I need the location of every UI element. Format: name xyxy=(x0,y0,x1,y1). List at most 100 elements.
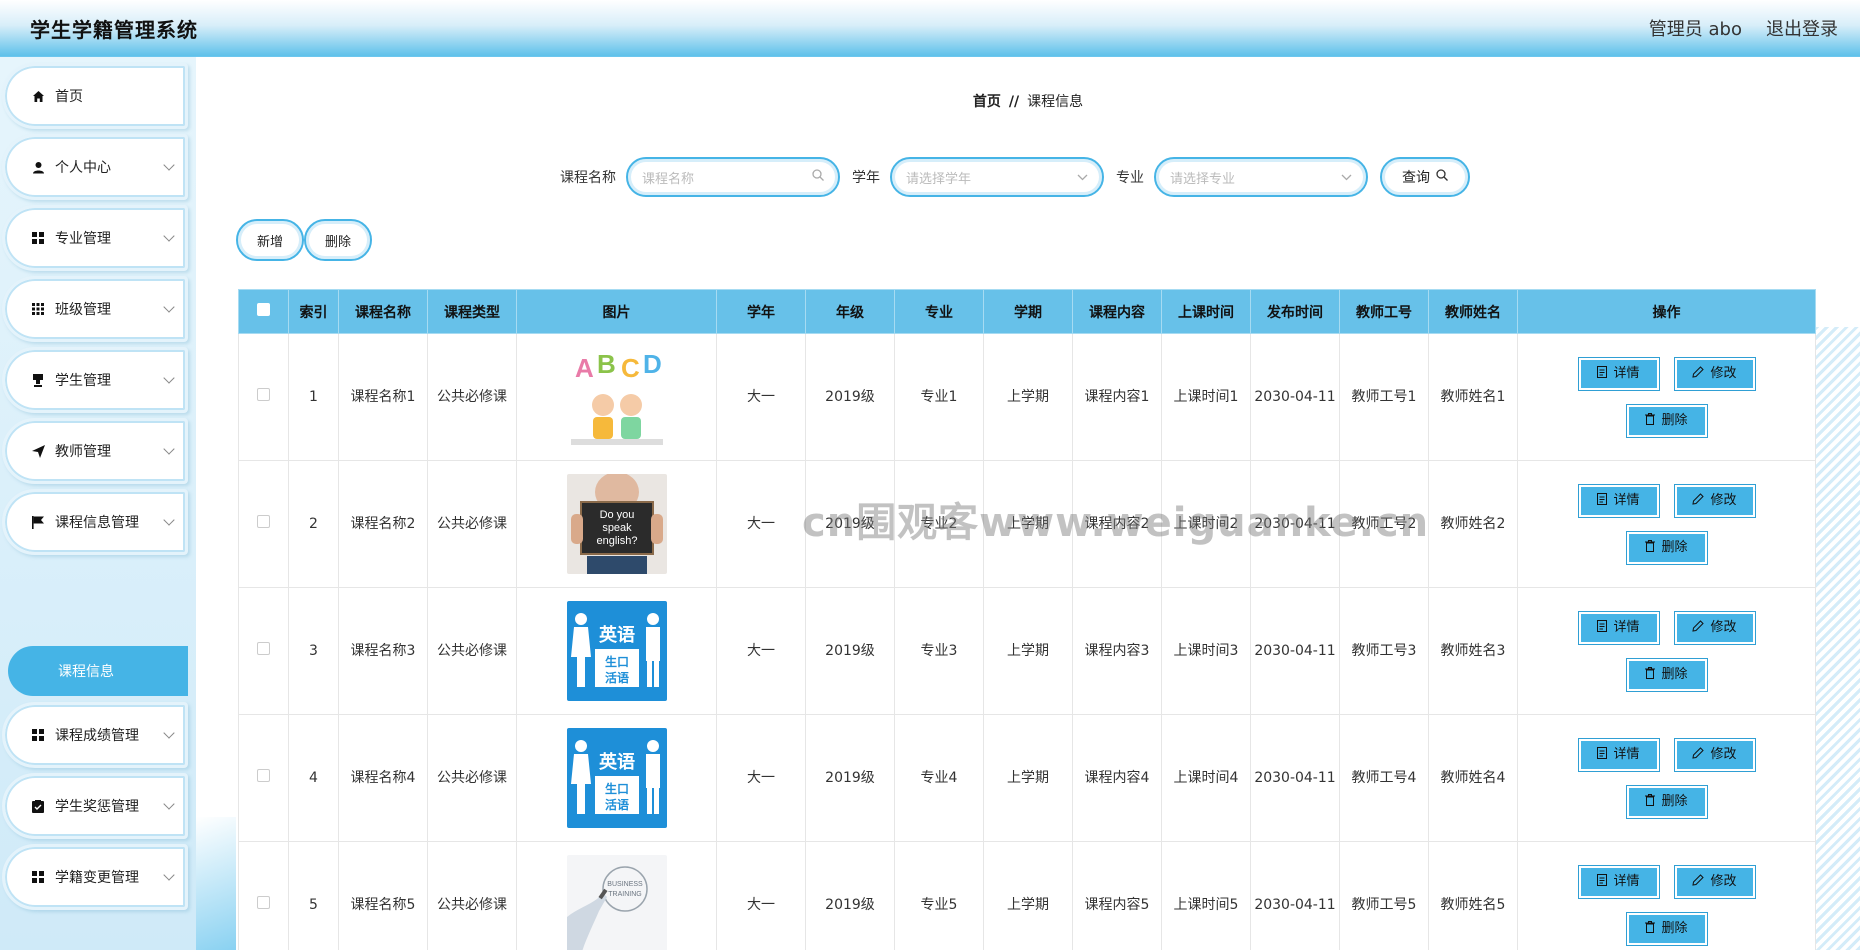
year-cell: 大一 xyxy=(716,333,806,461)
index-cell: 2 xyxy=(288,460,339,588)
sidebar-item-class[interactable]: 班级管理 xyxy=(2,276,188,342)
course-name-input[interactable]: 课程名称 xyxy=(626,157,840,197)
sidebar-item-label: 个人中心 xyxy=(55,160,111,176)
add-button[interactable]: 新增 xyxy=(236,219,304,261)
course-name-cell: 课程名称3 xyxy=(338,587,428,715)
detail-button[interactable]: 详情 xyxy=(1577,610,1660,645)
query-button[interactable]: 查询 xyxy=(1380,157,1470,197)
row-checkbox[interactable] xyxy=(257,769,270,782)
sidebar-item-label: 学生管理 xyxy=(55,373,111,389)
teacher-name-cell: 教师姓名4 xyxy=(1428,714,1518,842)
breadcrumb-home[interactable]: 首页 xyxy=(973,94,1001,110)
chevron-down-icon xyxy=(163,514,175,526)
sidebar-item-label: 教师管理 xyxy=(55,444,111,460)
actions-cell: 详情 修改删除 xyxy=(1517,587,1816,715)
search-icon xyxy=(1436,169,1448,185)
major-cell: 专业3 xyxy=(894,587,984,715)
svg-text:生口: 生口 xyxy=(604,781,628,796)
trash-icon xyxy=(1645,791,1656,813)
class-time-cell: 上课时间2 xyxy=(1161,460,1251,588)
sidebar-item-label: 学籍变更管理 xyxy=(55,870,139,886)
teacher-id-cell: 教师工号3 xyxy=(1339,587,1429,715)
chevron-down-icon xyxy=(1341,170,1352,185)
edit-button[interactable]: 修改 xyxy=(1673,356,1756,391)
course-name-cell: 课程名称4 xyxy=(338,714,428,842)
delete-button[interactable]: 删除 xyxy=(1625,657,1708,692)
sidebar-item-rewards[interactable]: 学生奖惩管理 xyxy=(2,773,188,839)
row-checkbox[interactable] xyxy=(257,642,270,655)
course-type-cell: 公共必修课 xyxy=(427,587,517,715)
row-checkbox[interactable] xyxy=(257,515,270,528)
course-name-cell: 课程名称5 xyxy=(338,841,428,950)
svg-text:A: A xyxy=(575,353,594,383)
detail-button[interactable]: 详情 xyxy=(1577,356,1660,391)
decorative-stripes xyxy=(1815,327,1860,950)
svg-text:D: D xyxy=(643,349,662,379)
batch-delete-button[interactable]: 删除 xyxy=(304,219,372,261)
course-type-cell: 公共必修课 xyxy=(427,333,517,461)
delete-label: 删除 xyxy=(1661,793,1688,809)
document-icon xyxy=(1597,490,1608,512)
content-cell: 课程内容1 xyxy=(1072,333,1162,461)
table-row: 5 课程名称5 公共必修课 BUSINESS TRAINING 大一 2019级 专业5 上学期… xyxy=(238,841,1816,950)
class-time-cell: 上课时间5 xyxy=(1161,841,1251,950)
year-select[interactable]: 请选择学年 xyxy=(890,157,1104,197)
delete-button[interactable]: 删除 xyxy=(1625,530,1708,565)
select-all-checkbox[interactable] xyxy=(257,303,270,316)
column-header: 年级 xyxy=(805,289,895,334)
logout-link[interactable]: 退出登录 xyxy=(1766,15,1838,41)
checkbox-cell xyxy=(238,333,289,461)
year-label: 学年 xyxy=(852,170,880,186)
svg-text:B: B xyxy=(597,349,616,379)
grid-icon xyxy=(31,231,45,245)
sidebar-subitem-course-info[interactable]: 课程信息 xyxy=(8,646,188,696)
stamp-icon xyxy=(31,373,45,387)
sidebar-item-teacher[interactable]: 教师管理 xyxy=(2,418,188,484)
sidebar-item-grades[interactable]: 课程成绩管理 xyxy=(2,702,188,768)
column-header: 学年 xyxy=(716,289,806,334)
sidebar-item-status-change[interactable]: 学籍变更管理 xyxy=(2,844,188,910)
sidebar-item-profile[interactable]: 个人中心 xyxy=(2,134,188,200)
detail-button[interactable]: 详情 xyxy=(1577,864,1660,899)
course-type-cell: 公共必修课 xyxy=(427,714,517,842)
publish-time-cell: 2030-04-11 xyxy=(1250,714,1340,842)
svg-text:Do you: Do you xyxy=(599,509,634,521)
sidebar-item-course-info[interactable]: 课程信息管理 xyxy=(2,489,188,555)
delete-label: 删除 xyxy=(1661,412,1688,428)
delete-button[interactable]: 删除 xyxy=(1625,911,1708,946)
term-cell: 上学期 xyxy=(983,714,1073,842)
table-header-row: 索引 课程名称 课程类型 图片 学年 年级 专业 学期 课程内容 上课时间 发布… xyxy=(238,289,1816,334)
column-header: 学期 xyxy=(983,289,1073,334)
chevron-down-icon xyxy=(163,159,175,171)
year-cell: 大一 xyxy=(716,841,806,950)
sidebar-item-student[interactable]: 学生管理 xyxy=(2,347,188,413)
top-header: 学生学籍管理系统 管理员 abo 退出登录 xyxy=(0,0,1860,57)
edit-button[interactable]: 修改 xyxy=(1673,483,1756,518)
pencil-icon xyxy=(1692,617,1705,639)
current-user: 管理员 abo xyxy=(1648,19,1742,40)
trash-icon xyxy=(1645,664,1656,686)
edit-label: 修改 xyxy=(1710,492,1737,508)
major-select[interactable]: 请选择专业 xyxy=(1154,157,1368,197)
sidebar-item-home[interactable]: 首页 xyxy=(2,63,188,129)
edit-button[interactable]: 修改 xyxy=(1673,864,1756,899)
sidebar: 首页 个人中心 专业管理 班级管理 学生管理 教师管理 课程信息管理 课程信息 … xyxy=(0,57,196,950)
major-cell: 专业4 xyxy=(894,714,984,842)
breadcrumb-current: 课程信息 xyxy=(1027,94,1084,110)
teacher-id-cell: 教师工号1 xyxy=(1339,333,1429,461)
detail-button[interactable]: 详情 xyxy=(1577,737,1660,772)
svg-text:TRAINING: TRAINING xyxy=(608,891,641,898)
table-row: 3 课程名称3 公共必修课 英语 生口 活语 大一 2019级 专业3 上学期 课程内容3 上课时间3… xyxy=(238,587,1816,715)
delete-label: 删除 xyxy=(1661,920,1688,936)
row-checkbox[interactable] xyxy=(257,388,270,401)
row-checkbox[interactable] xyxy=(257,896,270,909)
edit-button[interactable]: 修改 xyxy=(1673,737,1756,772)
sidebar-item-major[interactable]: 专业管理 xyxy=(2,205,188,271)
image-cell: 英语 生口 活语 xyxy=(516,587,717,715)
delete-button[interactable]: 删除 xyxy=(1625,403,1708,438)
edit-button[interactable]: 修改 xyxy=(1673,610,1756,645)
search-icon xyxy=(812,169,824,185)
delete-button[interactable]: 删除 xyxy=(1625,784,1708,819)
column-header: 课程名称 xyxy=(338,289,428,334)
detail-button[interactable]: 详情 xyxy=(1577,483,1660,518)
